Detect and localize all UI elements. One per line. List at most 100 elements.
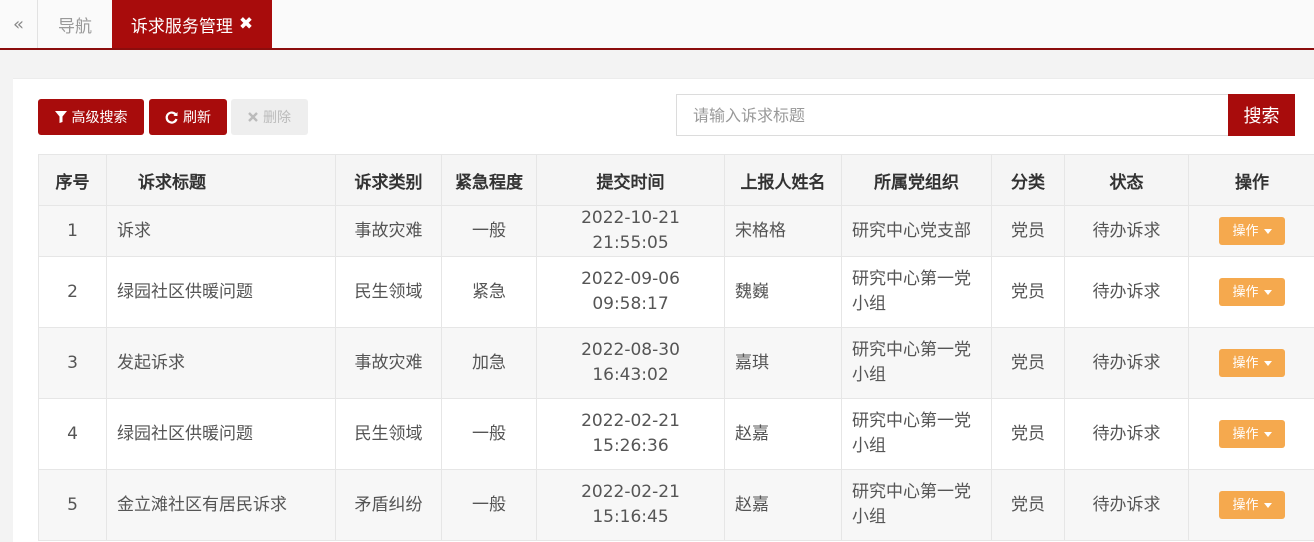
refresh-icon [165,111,178,124]
action-label: 操作 [1232,351,1258,376]
cell-urgency: 一般 [442,206,537,257]
action-label: 操作 [1232,422,1258,447]
cell-actions: 操作 [1189,399,1314,470]
tab-navigation-label: 导航 [58,12,92,37]
cell-reporter: 赵嘉 [725,399,842,470]
tab-bar: « 导航 诉求服务管理 ✖ [0,0,1314,50]
tab-appeal-service-management[interactable]: 诉求服务管理 ✖ [112,0,272,48]
close-icon[interactable]: ✖ [239,14,253,34]
table-row[interactable]: 3 发起诉求 事故灾难 加急 2022-08-30 16:43:02 嘉琪 研究… [39,328,1314,399]
appeal-table: 序号 诉求标题 诉求类别 紧急程度 提交时间 上报人姓名 所属党组织 分类 状态… [38,154,1314,541]
table-row[interactable]: 5 金立滩社区有居民诉求 矛盾纠纷 一般 2022-02-21 15:16:45… [39,470,1314,541]
cell-title: 发起诉求 [107,328,336,399]
column-header[interactable]: 紧急程度 [442,155,537,206]
cell-type: 党员 [992,328,1065,399]
cell-urgency: 紧急 [442,257,537,328]
cell-time: 2022-10-21 21:55:05 [537,206,725,257]
action-dropdown-button[interactable]: 操作 [1219,349,1285,377]
table-row[interactable]: 2 绿园社区供暖问题 民生领域 紧急 2022-09-06 09:58:17 魏… [39,257,1314,328]
caret-down-icon [1264,361,1272,366]
cell-time: 2022-09-06 09:58:17 [537,257,725,328]
cell-index: 2 [39,257,107,328]
cell-category: 民生领域 [336,257,442,328]
tab-navigation[interactable]: 导航 [38,0,112,48]
action-dropdown-button[interactable]: 操作 [1219,420,1285,448]
column-header[interactable]: 诉求标题 [107,155,336,206]
search-button[interactable]: 搜索 [1228,94,1295,136]
cell-reporter: 宋格格 [725,206,842,257]
caret-down-icon [1264,229,1272,234]
cell-index: 1 [39,206,107,257]
delete-label: 删除 [263,107,291,127]
column-header[interactable]: 分类 [992,155,1065,206]
main-panel: 高级搜索 刷新 删除 搜索 序号 诉求标题 诉求类别 紧急程度 提交时间 [13,78,1314,542]
refresh-button[interactable]: 刷新 [149,99,227,135]
action-label: 操作 [1232,493,1258,518]
cell-category: 事故灾难 [336,328,442,399]
column-header[interactable]: 上报人姓名 [725,155,842,206]
cell-actions: 操作 [1189,206,1314,257]
cell-title: 绿园社区供暖问题 [107,257,336,328]
cell-type: 党员 [992,470,1065,541]
cell-type: 党员 [992,206,1065,257]
column-header[interactable]: 所属党组织 [842,155,992,206]
cell-index: 4 [39,399,107,470]
search-input[interactable] [676,94,1228,136]
cell-type: 党员 [992,399,1065,470]
cell-status: 待办诉求 [1065,399,1189,470]
cell-status: 待办诉求 [1065,470,1189,541]
caret-down-icon [1264,503,1272,508]
cell-org: 研究中心第一党小组 [842,470,992,541]
cell-urgency: 一般 [442,399,537,470]
cell-category: 民生领域 [336,399,442,470]
cell-time: 2022-08-30 16:43:02 [537,328,725,399]
column-header[interactable]: 序号 [39,155,107,206]
action-dropdown-button[interactable]: 操作 [1219,491,1285,519]
caret-down-icon [1264,432,1272,437]
cell-org: 研究中心第一党小组 [842,399,992,470]
action-dropdown-button[interactable]: 操作 [1219,217,1285,245]
cell-status: 待办诉求 [1065,206,1189,257]
tab-active-label: 诉求服务管理 [131,12,233,37]
cell-org: 研究中心第一党小组 [842,328,992,399]
action-dropdown-button[interactable]: 操作 [1219,278,1285,306]
cell-title: 绿园社区供暖问题 [107,399,336,470]
column-header[interactable]: 操作 [1189,155,1314,206]
cell-title: 诉求 [107,206,336,257]
cell-reporter: 赵嘉 [725,470,842,541]
table-header-row: 序号 诉求标题 诉求类别 紧急程度 提交时间 上报人姓名 所属党组织 分类 状态… [39,155,1314,206]
scroll-left-icon[interactable]: « [0,0,38,48]
table-row[interactable]: 1 诉求 事故灾难 一般 2022-10-21 21:55:05 宋格格 研究中… [39,206,1314,257]
cell-type: 党员 [992,257,1065,328]
column-header[interactable]: 提交时间 [537,155,725,206]
cell-index: 5 [39,470,107,541]
refresh-label: 刷新 [183,107,211,127]
cell-reporter: 魏巍 [725,257,842,328]
cell-actions: 操作 [1189,257,1314,328]
filter-icon [55,111,67,123]
cell-org: 研究中心第一党小组 [842,257,992,328]
cell-index: 3 [39,328,107,399]
table-row[interactable]: 4 绿园社区供暖问题 民生领域 一般 2022-02-21 15:26:36 赵… [39,399,1314,470]
cell-category: 事故灾难 [336,206,442,257]
cell-time: 2022-02-21 15:26:36 [537,399,725,470]
delete-button[interactable]: 删除 [231,99,308,135]
cell-status: 待办诉求 [1065,257,1189,328]
cell-category: 矛盾纠纷 [336,470,442,541]
cell-title: 金立滩社区有居民诉求 [107,470,336,541]
cell-reporter: 嘉琪 [725,328,842,399]
close-x-icon [248,112,258,122]
cell-actions: 操作 [1189,470,1314,541]
cell-actions: 操作 [1189,328,1314,399]
cell-urgency: 加急 [442,328,537,399]
cell-urgency: 一般 [442,470,537,541]
cell-status: 待办诉求 [1065,328,1189,399]
action-label: 操作 [1232,280,1258,305]
cell-org: 研究中心党支部 [842,206,992,257]
column-header[interactable]: 状态 [1065,155,1189,206]
caret-down-icon [1264,290,1272,295]
advanced-search-label: 高级搜索 [72,107,128,127]
action-label: 操作 [1232,219,1258,244]
advanced-search-button[interactable]: 高级搜索 [38,99,144,135]
column-header[interactable]: 诉求类别 [336,155,442,206]
